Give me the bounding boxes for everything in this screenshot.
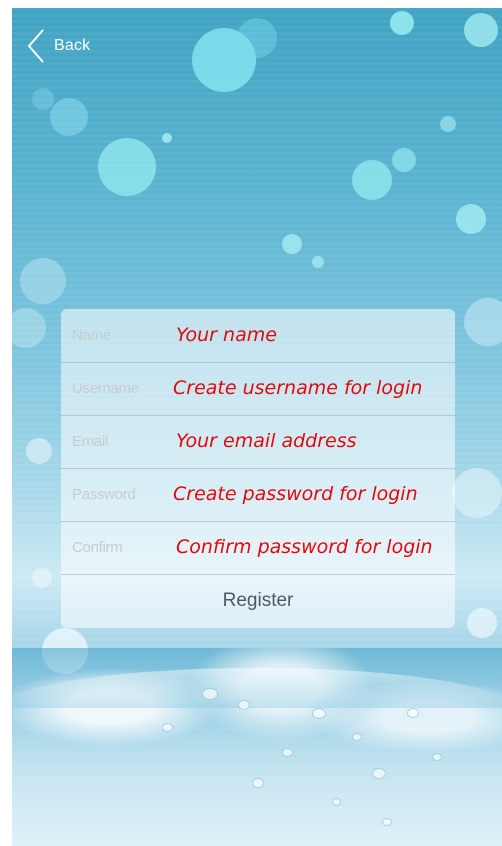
chevron-left-icon [27,29,44,63]
bokeh-bubble [50,98,88,136]
bokeh-bubble [162,133,172,143]
water-bubble [312,708,326,719]
water-bubble [162,723,173,732]
bokeh-bubble [282,234,302,254]
bokeh-bubble [456,204,486,234]
password-field-label: Password [72,486,136,503]
confirm-field-placeholder: Confirm password for login [176,536,433,558]
water-bubble [252,778,264,788]
back-button[interactable]: Back [26,28,90,64]
bokeh-bubble [452,468,502,518]
username-field-placeholder: Create username for login [173,377,423,399]
email-field-placeholder: Your email address [176,430,357,452]
bokeh-bubble [32,568,52,588]
registration-form: Name Your name Username Create username … [61,309,455,628]
bokeh-bubble [20,258,66,304]
email-field-label: Email [72,433,109,450]
water-bubble [238,700,250,710]
email-field[interactable]: Email Your email address [61,415,455,469]
bokeh-bubble [467,608,497,638]
back-label: Back [54,37,91,54]
bokeh-bubble [392,148,416,172]
water-bubble [352,733,362,741]
water-bubble [282,748,293,757]
water-bubble [407,708,419,718]
water-bubble [382,818,392,826]
bokeh-bubble [352,160,392,200]
name-field-placeholder: Your name [176,324,277,346]
water-bubble [332,798,341,806]
password-field-placeholder: Create password for login [173,483,418,505]
bokeh-bubble [390,11,414,35]
bokeh-bubble [32,88,54,110]
bokeh-bubble [26,438,52,464]
name-field-label: Name [72,327,111,344]
confirm-field-label: Confirm [72,539,123,556]
bokeh-bubble [312,256,324,268]
register-button[interactable]: Register [61,574,455,628]
water-bubble [432,753,442,761]
password-field[interactable]: Password Create password for login [61,468,455,522]
bokeh-bubble [464,13,498,47]
confirm-password-field[interactable]: Confirm Confirm password for login [61,521,455,575]
username-field-label: Username [72,380,139,397]
bokeh-bubble [237,18,277,58]
name-field[interactable]: Name Your name [61,309,455,363]
bokeh-bubble [98,138,156,196]
screen-background: Back Name Your name Username Create user… [12,8,502,846]
bokeh-bubble [440,116,456,132]
water-bubble [372,768,386,779]
username-field[interactable]: Username Create username for login [61,362,455,416]
water-bubble [202,688,218,700]
